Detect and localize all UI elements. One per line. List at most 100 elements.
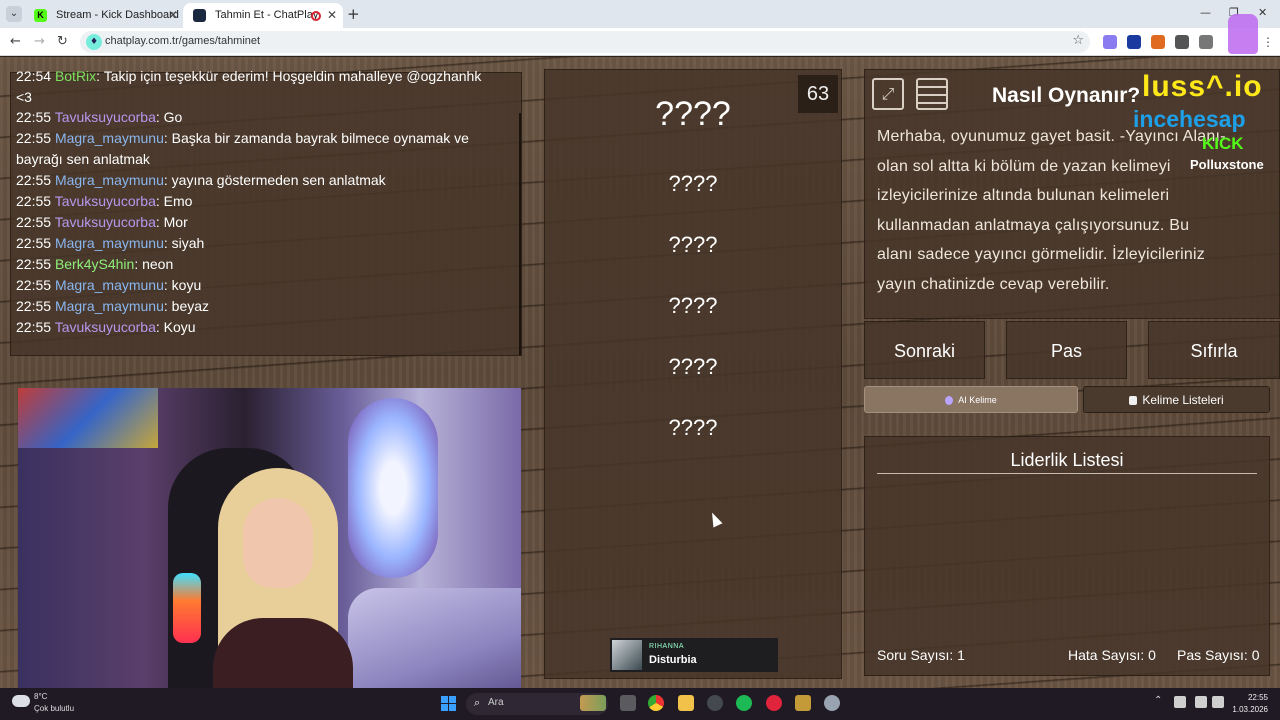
ai-word-label: AI Kelime [958, 395, 997, 405]
chat-message: 22:55 Magra_maymunu: yayına göstermeden … [16, 172, 386, 188]
weather-temperature: 8°C [34, 692, 48, 701]
reload-icon[interactable]: ↻ [57, 34, 68, 49]
chrome-icon[interactable] [648, 695, 664, 711]
album-art [612, 640, 642, 670]
extension-icon[interactable] [1175, 35, 1189, 49]
now-playing-widget: RIHANNA Disturbia [610, 638, 778, 672]
leaderboard-title: Liderlik Listesi [1010, 450, 1124, 470]
tab-search-chevron-icon[interactable]: ⌄ [6, 6, 22, 22]
reset-button[interactable]: Sıfırla [1148, 321, 1280, 379]
chat-scrollbar[interactable] [519, 113, 521, 355]
extension-icon[interactable] [1103, 35, 1117, 49]
chat-message: 22:55 Tavuksuyucorba: Go [16, 109, 183, 125]
clock-time[interactable]: 22:55 [1232, 693, 1268, 702]
obs-icon[interactable] [707, 695, 723, 711]
extensions-puzzle-icon[interactable] [1199, 35, 1213, 49]
clock-date[interactable]: 1.03.2026 [1226, 705, 1268, 714]
back-arrow-icon[interactable]: ← [10, 34, 21, 49]
fullscreen-expand-icon[interactable]: ⤢ [872, 78, 904, 110]
chatplay-icon [193, 9, 206, 22]
webcam-feed [18, 388, 521, 696]
tab-kick-dashboard[interactable]: K Stream - Kick Dashboard ✕ [24, 3, 184, 28]
spotify-icon[interactable] [736, 695, 752, 711]
windows-start-icon[interactable] [441, 696, 456, 711]
forbidden-word: ???? [668, 293, 718, 318]
error-count: Hata Sayısı: 0 [1068, 647, 1156, 663]
song-artist: RIHANNA [649, 643, 685, 650]
notes-icon[interactable] [916, 78, 948, 110]
ai-word-button[interactable]: AI Kelime [864, 386, 1078, 413]
chat-message: 22:55 Tavuksuyucorba: Koyu [16, 319, 196, 335]
url-field[interactable]: ♦ chatplay.com.tr/games/tahminet ☆ [80, 31, 1090, 53]
cloud-icon[interactable] [12, 695, 30, 707]
volume-icon[interactable] [1212, 696, 1224, 708]
forbidden-word: ???? [668, 354, 718, 379]
search-placeholder: Ara [488, 697, 504, 708]
question-count: Soru Sayısı: 1 [877, 647, 965, 663]
brand-logo: luss^.io [1142, 70, 1263, 103]
leaderboard-divider [877, 473, 1257, 474]
clipboard-icon [1129, 396, 1138, 406]
settings-gear-icon[interactable] [824, 695, 840, 711]
forbidden-word: ???? [668, 171, 718, 196]
streamer-username: Polluxstone [1190, 157, 1264, 172]
ai-robot-icon [945, 396, 954, 406]
file-explorer-icon[interactable] [678, 695, 694, 711]
chat-message: 22:55 Magra_maymunu: Başka bir zamanda b… [16, 130, 469, 167]
how-to-play-title: Nasıl Oynanır? [992, 84, 1141, 107]
tab-title: Tahmin Et - ChatPlay [215, 9, 319, 21]
forbidden-word: ???? [668, 415, 718, 440]
close-icon[interactable]: ✕ [168, 8, 178, 22]
webcam-poster [18, 388, 158, 448]
window-close-icon[interactable]: ✕ [1258, 6, 1267, 19]
network-icon[interactable] [1195, 696, 1207, 708]
word-lists-button[interactable]: Kelime Listeleri [1083, 386, 1270, 413]
target-word: ???? [655, 95, 731, 133]
chat-message: 22:55 Magra_maymunu: koyu [16, 277, 202, 293]
minimize-icon[interactable]: — [1200, 6, 1211, 19]
search-icon: ⌕ [474, 696, 481, 709]
app-icon[interactable] [766, 695, 782, 711]
webcam-lamp [173, 573, 201, 643]
site-info-icon[interactable]: ♦ [86, 34, 102, 50]
new-tab-plus-icon[interactable]: + [347, 5, 360, 23]
how-to-play-text: Merhaba, oyunumuz gayet basit. -Yayıncı … [877, 128, 1226, 293]
recording-icon [311, 11, 321, 21]
leaderboard-panel [864, 436, 1270, 676]
pass-count: Pas Sayısı: 0 [1177, 647, 1260, 663]
sponsor-logo: incehesap [1133, 106, 1246, 132]
address-bar: ← → ↻ ♦ chatplay.com.tr/games/tahminet ☆… [0, 28, 1280, 56]
forbidden-word: ???? [668, 232, 718, 257]
chat-message: 22:55 Berk4yS4hin: neon [16, 256, 174, 272]
url-text: chatplay.com.tr/games/tahminet [105, 35, 261, 47]
webcam-bed [348, 588, 521, 696]
bookmark-star-icon[interactable]: ☆ [1072, 33, 1084, 48]
extension-icon[interactable] [1127, 35, 1141, 49]
pass-button[interactable]: Pas [1006, 321, 1127, 379]
tray-chevron-icon[interactable]: ⌃ [1154, 695, 1162, 706]
windows-taskbar: 8°C Çok bulutlu ⌕ Ara ⌃ 22:55 1.03.2026 [0, 688, 1280, 720]
webcam-light-mirror [348, 398, 438, 578]
streamer-face [243, 498, 313, 588]
chat-message: 22:55 Magra_maymunu: siyah [16, 235, 205, 251]
next-button[interactable]: Sonraki [864, 321, 985, 379]
browser-tab-bar: ⌄ K Stream - Kick Dashboard ✕ Tahmin Et … [0, 0, 1280, 28]
microphone-icon[interactable] [1174, 696, 1186, 708]
chat-message: 22:54 BotRix: Takip için teşekkür ederim… [16, 68, 482, 105]
chat-message: 22:55 Tavuksuyucorba: Emo [16, 193, 193, 209]
close-icon[interactable]: ✕ [327, 8, 337, 22]
brand-hand-logo [1228, 14, 1258, 54]
tab-title: Stream - Kick Dashboard [56, 9, 179, 21]
weather-description: Çok bulutlu [34, 704, 75, 713]
streamer-body [213, 618, 353, 696]
forward-arrow-icon[interactable]: → [34, 34, 45, 49]
app-icon[interactable] [795, 695, 811, 711]
song-title: Disturbia [649, 654, 697, 666]
extension-icon[interactable] [1151, 35, 1165, 49]
more-menu-icon[interactable]: ⋮ [1262, 35, 1276, 49]
word-lists-label: Kelime Listeleri [1142, 393, 1224, 407]
chat-message: 22:55 Magra_maymunu: beyaz [16, 298, 210, 314]
widgets-icon[interactable] [580, 695, 606, 711]
tab-chatplay[interactable]: Tahmin Et - ChatPlay ✕ [183, 3, 343, 28]
task-view-icon[interactable] [620, 695, 636, 711]
